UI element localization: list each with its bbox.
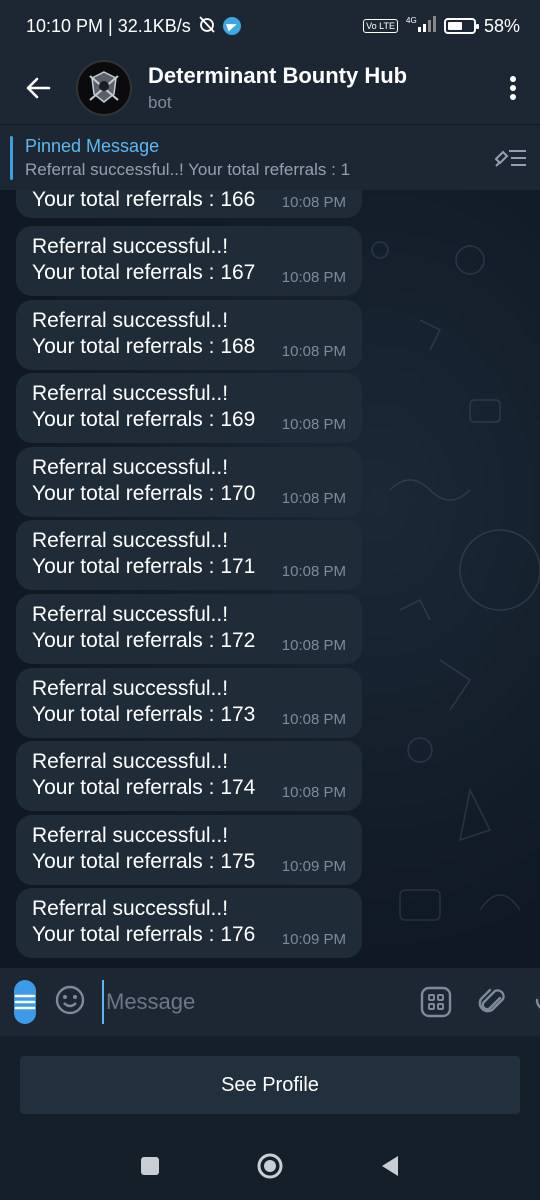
bot-actions-area: See Profile — [0, 1036, 540, 1136]
message-text-line1: Referral successful..! — [32, 750, 229, 774]
message-time: 10:08 PM — [281, 710, 346, 728]
message-time: 10:08 PM — [281, 416, 346, 434]
microphone-icon — [535, 998, 540, 1009]
voice-record-button[interactable] — [534, 985, 540, 1019]
message-text-line2: Your total referrals : 166 — [32, 190, 256, 211]
message-time: 10:09 PM — [281, 931, 346, 949]
more-menu-button[interactable] — [486, 52, 540, 124]
message-time: 10:08 PM — [281, 269, 346, 286]
attach-button[interactable] — [478, 986, 508, 1018]
chat-subtitle: bot — [148, 93, 172, 112]
message-time: 10:08 PM — [281, 784, 346, 802]
menu-icon — [14, 994, 36, 1010]
message-bubble[interactable]: Referral successful..! Your total referra… — [16, 667, 362, 738]
message-text-line1: Referral successful..! — [32, 676, 229, 700]
bot-menu-button[interactable] — [14, 980, 36, 1024]
message-time: 10:08 PM — [281, 489, 346, 507]
message-text-line1: Referral successful..! — [32, 235, 229, 258]
paperclip-icon — [478, 988, 505, 1013]
signal-icon: 4G — [406, 15, 436, 38]
telegram-notification-icon — [222, 17, 241, 35]
message-bubble[interactable]: Referral successful..! Your total referra… — [16, 741, 362, 812]
recents-button[interactable] — [140, 1156, 160, 1181]
back-button[interactable] — [0, 52, 76, 124]
svg-text:4G: 4G — [406, 16, 417, 25]
pinned-message-bar[interactable]: Pinned Message Referral successful..! Yo… — [0, 124, 540, 190]
circle-home-icon — [257, 1153, 283, 1178]
message-bubble[interactable]: Referral successful..! Your total referra… — [16, 226, 362, 296]
avatar[interactable] — [76, 60, 132, 116]
message-text-line1: Referral successful..! — [32, 603, 229, 626]
message-time: 10:08 PM — [281, 194, 346, 211]
message-text-line1: Referral successful..! — [32, 308, 229, 332]
battery-percent: 58% — [483, 15, 520, 36]
pin-list-icon — [494, 149, 526, 167]
message-bubble[interactable]: Referral successful..! Your total referra… — [16, 520, 362, 591]
system-nav-bar — [0, 1136, 540, 1200]
message-bubble[interactable]: Your total referrals : 166 10:08 PM — [16, 190, 362, 218]
volte-icon: Vo LTE — [363, 19, 398, 33]
see-profile-button[interactable]: See Profile — [20, 1056, 520, 1114]
pinned-title: Pinned Message — [25, 135, 160, 156]
status-time-speed: 10:10 PM | 32.1KB/s — [26, 15, 191, 36]
message-bubble[interactable]: Referral successful..! Your total referra… — [16, 373, 362, 444]
pinned-text: Referral successful..! Your total referr… — [25, 159, 351, 179]
message-input[interactable] — [102, 980, 394, 1024]
message-bubble[interactable]: Referral successful..! Your total referra… — [16, 888, 362, 959]
message-bubble[interactable]: Referral successful..! Your total referra… — [16, 299, 362, 370]
chat-header: Determinant Bounty Hub bot — [0, 52, 540, 124]
status-bar: 10:10 PM | 32.1KB/s Vo LTE 4G 58% — [0, 0, 540, 52]
message-bubble[interactable]: Referral successful..! Your total referra… — [16, 446, 362, 517]
pinned-indicator — [10, 135, 13, 180]
message-time: 10:08 PM — [281, 342, 346, 360]
composer-bar — [0, 968, 540, 1036]
more-vert-icon — [510, 76, 516, 100]
message-text-line1: Referral successful..! — [32, 897, 229, 921]
pinned-list-button[interactable] — [480, 147, 540, 169]
back-arrow-icon — [26, 77, 51, 99]
message-time: 10:08 PM — [281, 637, 346, 654]
alarm-off-icon — [197, 14, 217, 39]
message-bubble[interactable]: Referral successful..! Your total referra… — [16, 594, 362, 664]
message-list[interactable]: Your total referrals : 166 10:08 PM Referr… — [0, 190, 540, 968]
battery-icon — [443, 18, 479, 34]
message-time: 10:09 PM — [281, 857, 346, 875]
chat-title[interactable]: Determinant Bounty Hub — [148, 63, 486, 89]
message-bubble[interactable]: Referral successful..! Your total referra… — [16, 814, 362, 885]
emoji-button[interactable] — [54, 984, 86, 1021]
message-text-line1: Referral successful..! — [32, 382, 229, 406]
home-button[interactable] — [256, 1152, 284, 1185]
message-text-line1: Referral successful..! — [32, 455, 229, 479]
triangle-back-icon — [382, 1155, 398, 1176]
bot-keyboard-button[interactable] — [420, 986, 452, 1018]
back-nav-button[interactable] — [380, 1155, 400, 1182]
message-text-line1: Referral successful..! — [32, 823, 229, 847]
keyboard-grid-icon — [420, 986, 452, 1018]
square-icon — [141, 1156, 159, 1175]
message-text-line1: Referral successful..! — [32, 529, 229, 553]
emoji-icon — [55, 985, 85, 1014]
message-time: 10:08 PM — [281, 563, 346, 581]
